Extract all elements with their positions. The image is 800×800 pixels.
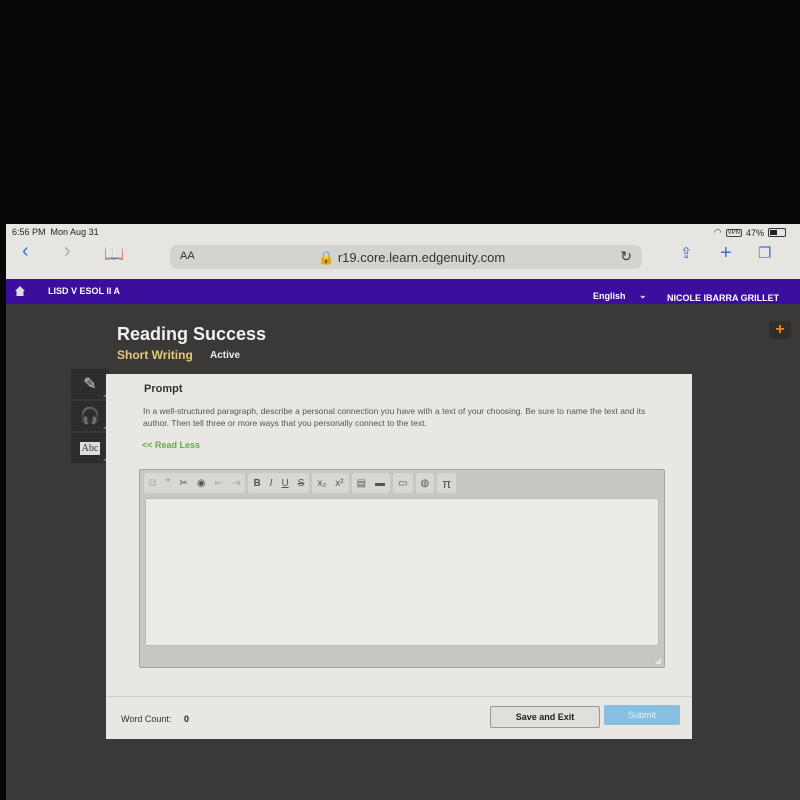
special-char-icon[interactable]: ◉ (197, 478, 206, 489)
status-time: 6:56 PM Mon Aug 31 (12, 227, 99, 237)
rich-text-editor: ⧉ ❞ ✂ ◉ ⇤ ⇥ B I U S x₂ x² ▤ ▬ ▭ ◍ π (139, 469, 665, 668)
text-box-icon[interactable]: ▭ (398, 478, 407, 489)
prompt-text: In a well-structured paragraph, describe… (143, 406, 646, 428)
word-count-label: Word Count: (121, 714, 172, 724)
share-icon[interactable]: ⇪ (680, 244, 693, 262)
user-name[interactable]: NICOLE IBARRA GRILLET (667, 293, 779, 303)
pencil-tool-button[interactable]: ✎ (71, 369, 109, 399)
editor-toolbar: ⧉ ❞ ✂ ◉ ⇤ ⇥ B I U S x₂ x² ▤ ▬ ▭ ◍ π (144, 473, 457, 493)
new-tab-icon[interactable]: + (720, 242, 732, 265)
prompt-heading: Prompt (144, 383, 183, 395)
increase-indent-icon[interactable]: ⇥ (232, 478, 240, 489)
italic-button[interactable]: I (270, 478, 273, 489)
url-text: r19.core.learn.edgenuity.com (337, 250, 506, 265)
strikethrough-button[interactable]: S (298, 478, 305, 489)
home-icon[interactable] (14, 285, 26, 297)
bookmarks-icon[interactable]: 📖 (104, 244, 124, 264)
reload-icon[interactable]: ↻ (620, 248, 632, 265)
submit-button[interactable]: Submit (604, 705, 680, 725)
globe-icon[interactable]: ◍ (421, 478, 430, 489)
status-badge: Active (210, 350, 241, 361)
wifi-icon: ◠ (713, 227, 722, 237)
top-navigation: LISD V ESOL II A English ⌄ NICOLE IBARRA… (6, 279, 800, 304)
activity-type: Short Writing (117, 348, 193, 362)
battery-percent: 47% (745, 227, 764, 238)
headphones-icon: 🎧 (80, 408, 100, 425)
footer-divider (106, 696, 692, 697)
word-count-value: 0 (184, 714, 190, 724)
save-and-exit-button[interactable]: Save and Exit (490, 706, 600, 728)
read-less-link[interactable]: << Read Less (142, 440, 200, 450)
decrease-indent-icon[interactable]: ⇤ (215, 478, 223, 489)
superscript-button[interactable]: x² (335, 478, 343, 489)
status-bar: 6:56 PM Mon Aug 31 ◠ VPN 47% (6, 224, 800, 240)
math-pi-button[interactable]: π (442, 476, 451, 491)
dictionary-icon: Abc (79, 441, 101, 455)
cut-icon[interactable]: ✂ (180, 478, 188, 489)
table-icon[interactable]: ▤ (357, 478, 366, 489)
subscript-button[interactable]: x₂ (317, 478, 326, 489)
back-icon[interactable]: ‹ (22, 240, 29, 263)
tabs-icon[interactable]: ❐ (758, 244, 771, 262)
resize-handle[interactable] (655, 658, 661, 664)
underline-button[interactable]: U (281, 478, 288, 489)
text-size-button[interactable]: AA (180, 250, 195, 262)
browser-chrome: 6:56 PM Mon Aug 31 ◠ VPN 47% ‹ › 📖 AA 🔒 … (6, 224, 800, 279)
dictionary-tool-button[interactable]: Abc (71, 433, 109, 463)
copy-icon[interactable]: ⧉ (149, 478, 156, 489)
address-bar[interactable]: AA 🔒 r19.core.learn.edgenuity.com ↻ (170, 245, 642, 269)
course-title[interactable]: LISD V ESOL II A (48, 286, 120, 296)
bold-button[interactable]: B (253, 478, 260, 489)
pencil-icon: ✎ (83, 376, 97, 393)
plus-button[interactable]: + (769, 321, 791, 339)
quote-icon[interactable]: ❞ (165, 478, 170, 489)
forward-icon[interactable]: › (64, 240, 71, 263)
response-textarea[interactable] (145, 498, 659, 646)
language-select[interactable]: English (593, 291, 626, 301)
chevron-down-icon[interactable]: ⌄ (639, 290, 647, 301)
page-title: Reading Success (117, 324, 267, 344)
battery-icon (768, 228, 786, 237)
horizontal-rule-icon[interactable]: ▬ (375, 478, 385, 489)
ipad-screen: 6:56 PM Mon Aug 31 ◠ VPN 47% ‹ › 📖 AA 🔒 … (6, 224, 800, 800)
writing-panel: Prompt In a well-structured paragraph, d… (106, 374, 692, 739)
audio-tool-button[interactable]: 🎧 (71, 401, 109, 431)
vpn-badge: VPN (725, 228, 742, 237)
lock-icon: 🔒 (318, 250, 335, 265)
